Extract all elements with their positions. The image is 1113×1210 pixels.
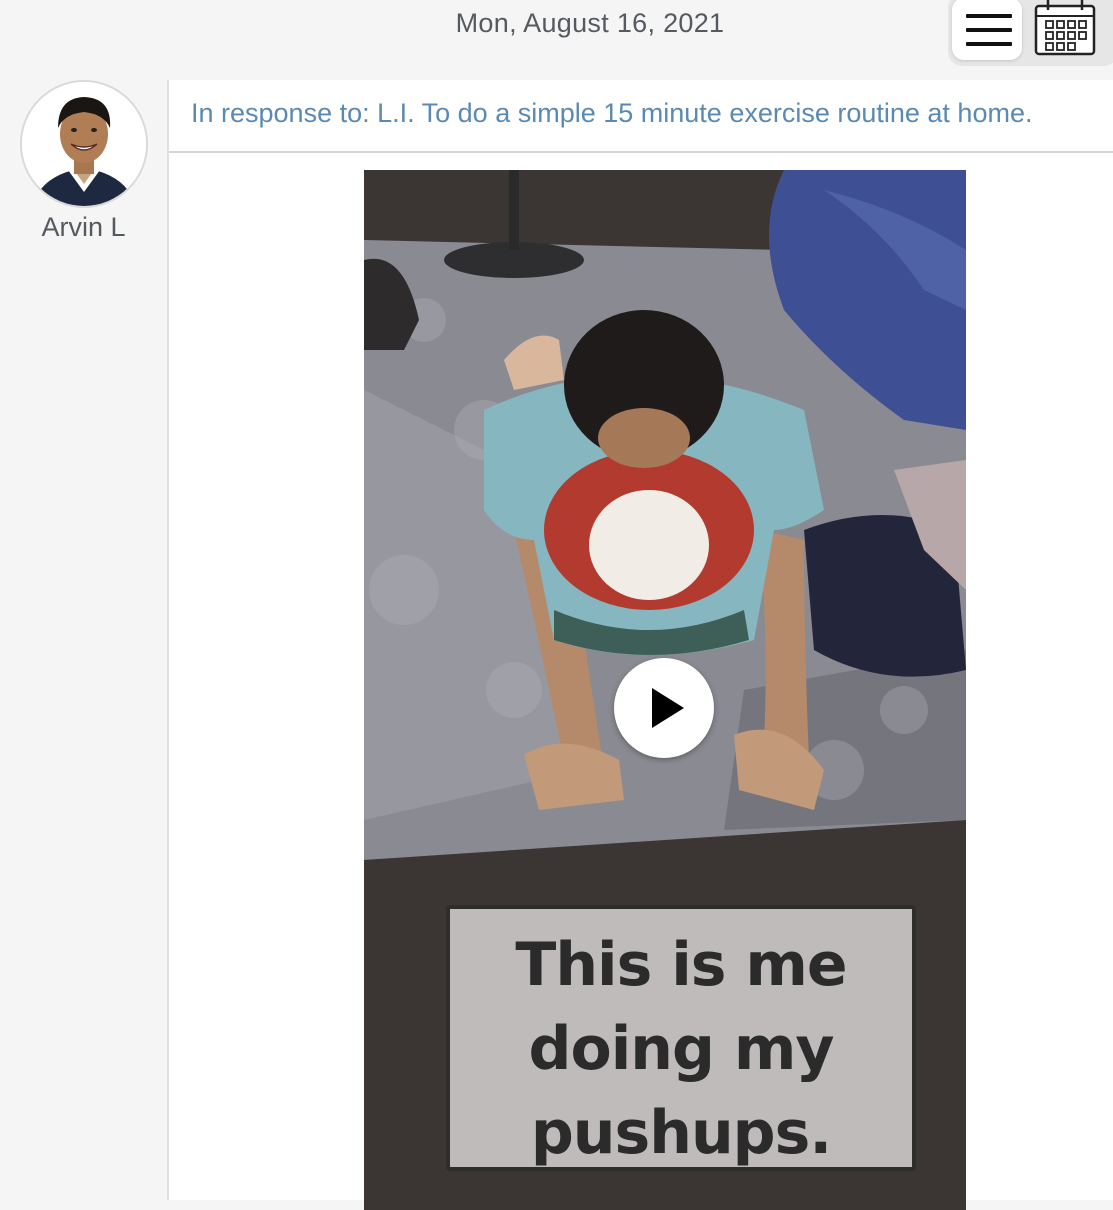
user-avatar[interactable]	[20, 80, 148, 208]
video-caption-box: This is me doing my pushups.	[446, 905, 916, 1171]
play-icon	[652, 688, 684, 728]
video-caption: This is me doing my pushups.	[450, 923, 912, 1175]
play-button[interactable]	[614, 658, 714, 758]
caption-line-1: This is me	[515, 930, 847, 1000]
video-player[interactable]: This is me doing my pushups.	[364, 170, 966, 1210]
calendar-button[interactable]	[1034, 0, 1098, 58]
response-to-link[interactable]: In response to: L.I. To do a simple 15 m…	[191, 98, 1032, 129]
caption-line-2: doing my	[528, 1014, 835, 1084]
top-bar: Mon, August 16, 2021	[0, 0, 1113, 80]
response-header: In response to: L.I. To do a simple 15 m…	[169, 80, 1113, 153]
post-date: Mon, August 16, 2021	[455, 8, 725, 38]
author-name[interactable]: Arvin L	[0, 212, 167, 243]
calendar-icon	[1034, 0, 1096, 56]
menu-button[interactable]	[952, 0, 1022, 60]
caption-line-3: pushups.	[530, 1098, 832, 1168]
author-sidebar: Arvin L	[0, 80, 167, 1200]
view-controls	[948, 0, 1113, 66]
